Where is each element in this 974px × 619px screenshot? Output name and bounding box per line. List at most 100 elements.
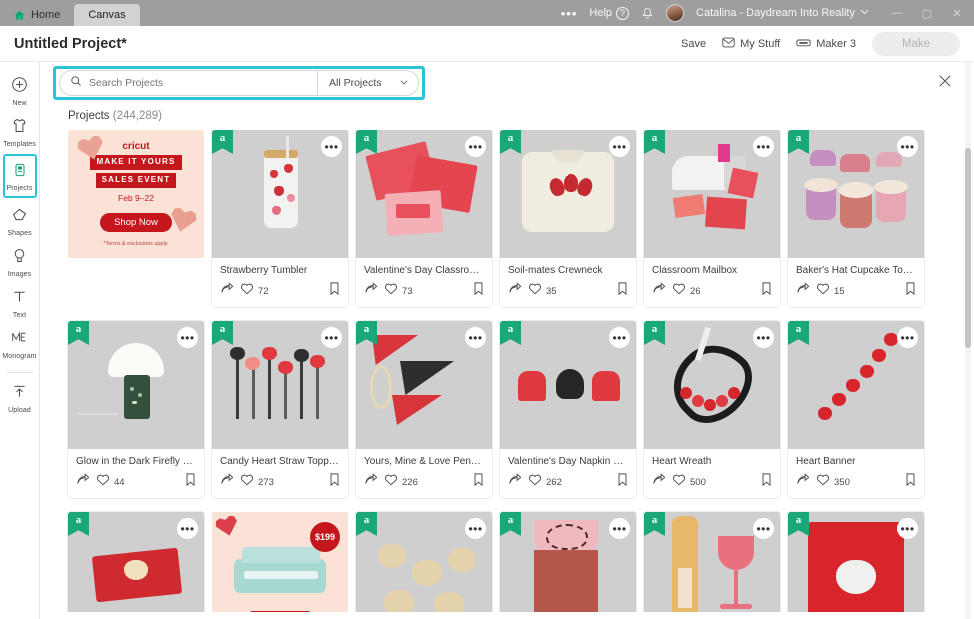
bookmark-icon[interactable] <box>905 473 916 491</box>
project-bar: Untitled Project* Save My Stuff Maker 3 … <box>0 26 974 62</box>
bookmark-icon[interactable] <box>329 473 340 491</box>
bookmark-icon[interactable] <box>617 473 628 491</box>
card-more-menu[interactable]: ••• <box>465 518 486 539</box>
project-filter-dropdown[interactable]: All Projects <box>317 70 419 96</box>
card-more-menu[interactable]: ••• <box>465 136 486 157</box>
share-icon[interactable] <box>652 282 666 300</box>
share-icon[interactable] <box>76 473 90 491</box>
share-icon[interactable] <box>796 473 810 491</box>
share-icon[interactable] <box>220 473 234 491</box>
bookmark-icon[interactable] <box>185 473 196 491</box>
card-more-menu[interactable]: ••• <box>321 136 342 157</box>
avatar[interactable] <box>666 4 685 22</box>
project-card[interactable]: a ••• Heart Wreath 500 <box>644 321 780 498</box>
projects-scroll-area[interactable]: cricut MAKE IT YOURS SALES EVENT Feb 9–2… <box>41 130 974 612</box>
project-card[interactable]: a ••• Valentine's Day Classroom C... 73 <box>356 130 492 307</box>
project-card[interactable]: a ••• <box>644 512 780 612</box>
machine-selector[interactable]: Maker 3 <box>796 37 856 51</box>
like-icon[interactable] <box>384 282 398 300</box>
share-icon[interactable] <box>220 282 234 300</box>
card-more-menu[interactable]: ••• <box>609 518 630 539</box>
maximize-button[interactable]: ▢ <box>912 0 942 26</box>
like-icon[interactable] <box>384 473 398 491</box>
card-more-menu[interactable]: ••• <box>897 327 918 348</box>
card-more-menu[interactable]: ••• <box>609 136 630 157</box>
like-icon[interactable] <box>528 473 542 491</box>
bell-icon[interactable] <box>641 7 654 20</box>
card-more-menu[interactable]: ••• <box>753 518 774 539</box>
sidebar-item-text[interactable]: Text <box>1 282 39 323</box>
project-card[interactable]: a ••• Classroom Mailbox 26 <box>644 130 780 307</box>
promo-shop-now-button[interactable]: Shop Now <box>100 212 172 232</box>
like-icon[interactable] <box>240 282 254 300</box>
project-card[interactable]: a ••• Valentine's Day Napkin Wraps 262 <box>500 321 636 498</box>
like-icon[interactable] <box>96 473 110 491</box>
share-icon[interactable] <box>508 282 522 300</box>
share-icon[interactable] <box>508 473 522 491</box>
promo-shop-now-button[interactable]: Shop Now <box>244 611 316 612</box>
bookmark-icon[interactable] <box>905 282 916 300</box>
card-more-menu[interactable]: ••• <box>609 327 630 348</box>
project-card[interactable]: a ••• Strawberry Tumbler 72 <box>212 130 348 307</box>
like-icon[interactable] <box>672 282 686 300</box>
card-more-menu[interactable]: ••• <box>465 327 486 348</box>
sidebar-item-monogram[interactable]: Monogram <box>1 323 39 364</box>
project-card[interactable]: a ••• Candy Heart Straw Toppers 273 <box>212 321 348 498</box>
sidebar-item-images[interactable]: Images <box>1 241 39 282</box>
sidebar-item-shapes[interactable]: Shapes <box>1 200 39 241</box>
tab-home[interactable]: Home <box>0 4 75 26</box>
help-button[interactable]: Help ? <box>589 6 630 20</box>
bookmark-icon[interactable] <box>761 282 772 300</box>
search-input[interactable] <box>89 77 307 89</box>
like-icon[interactable] <box>240 473 254 491</box>
share-icon[interactable] <box>796 282 810 300</box>
card-more-menu[interactable]: ••• <box>177 327 198 348</box>
project-card[interactable]: a ••• <box>500 512 636 612</box>
project-card[interactable]: a ••• Glow in the Dark Firefly Lamp 44 <box>68 321 204 498</box>
project-card[interactable]: a ••• Soil-mates Crewneck 35 <box>500 130 636 307</box>
account-menu[interactable]: Catalina - Daydream Into Reality <box>696 6 870 20</box>
card-more-menu[interactable]: ••• <box>321 327 342 348</box>
share-icon[interactable] <box>364 282 378 300</box>
card-more-menu[interactable]: ••• <box>753 327 774 348</box>
bookmark-icon[interactable] <box>617 282 628 300</box>
card-more-menu[interactable]: ••• <box>177 518 198 539</box>
project-title: Candy Heart Straw Toppers <box>220 456 340 467</box>
sidebar-item-templates[interactable]: Templates <box>1 111 39 152</box>
project-card[interactable]: a ••• <box>788 512 924 612</box>
bookmark-icon[interactable] <box>329 282 340 300</box>
share-icon[interactable] <box>364 473 378 491</box>
card-more-menu[interactable]: ••• <box>753 136 774 157</box>
sidebar-item-upload[interactable]: Upload <box>1 377 39 418</box>
more-menu-icon[interactable]: ••• <box>561 6 578 21</box>
card-more-menu[interactable]: ••• <box>897 518 918 539</box>
like-count: 273 <box>258 476 274 488</box>
close-window-button[interactable]: ✕ <box>942 0 972 26</box>
project-card[interactable]: a ••• Baker's Hat Cupcake Toppers 15 <box>788 130 924 307</box>
search-input-wrapper[interactable] <box>59 70 317 96</box>
bookmark-icon[interactable] <box>473 282 484 300</box>
promo-card-machine[interactable]: $199 Shop Now <box>212 512 348 612</box>
like-icon[interactable] <box>816 473 830 491</box>
tab-canvas[interactable]: Canvas <box>74 4 140 26</box>
promo-card-sales-event[interactable]: cricut MAKE IT YOURS SALES EVENT Feb 9–2… <box>68 130 204 307</box>
scrollbar-thumb[interactable] <box>965 148 971 348</box>
my-stuff-button[interactable]: My Stuff <box>722 37 780 51</box>
sidebar-item-projects[interactable]: Projects <box>2 154 37 198</box>
make-button[interactable]: Make <box>872 31 960 56</box>
bookmark-icon[interactable] <box>473 473 484 491</box>
like-icon[interactable] <box>528 282 542 300</box>
share-icon[interactable] <box>652 473 666 491</box>
project-card[interactable]: a ••• <box>68 512 204 612</box>
minimize-button[interactable]: — <box>882 0 912 26</box>
sidebar-item-new[interactable]: New <box>1 70 39 111</box>
bookmark-icon[interactable] <box>761 473 772 491</box>
card-more-menu[interactable]: ••• <box>897 136 918 157</box>
like-icon[interactable] <box>816 282 830 300</box>
project-card[interactable]: a ••• <box>356 512 492 612</box>
project-card[interactable]: a ••• Heart Banner 350 <box>788 321 924 498</box>
project-card[interactable]: a ••• Yours, Mine & Love Pennants 226 <box>356 321 492 498</box>
save-button[interactable]: Save <box>681 38 706 50</box>
close-icon[interactable] <box>938 74 952 91</box>
like-icon[interactable] <box>672 473 686 491</box>
